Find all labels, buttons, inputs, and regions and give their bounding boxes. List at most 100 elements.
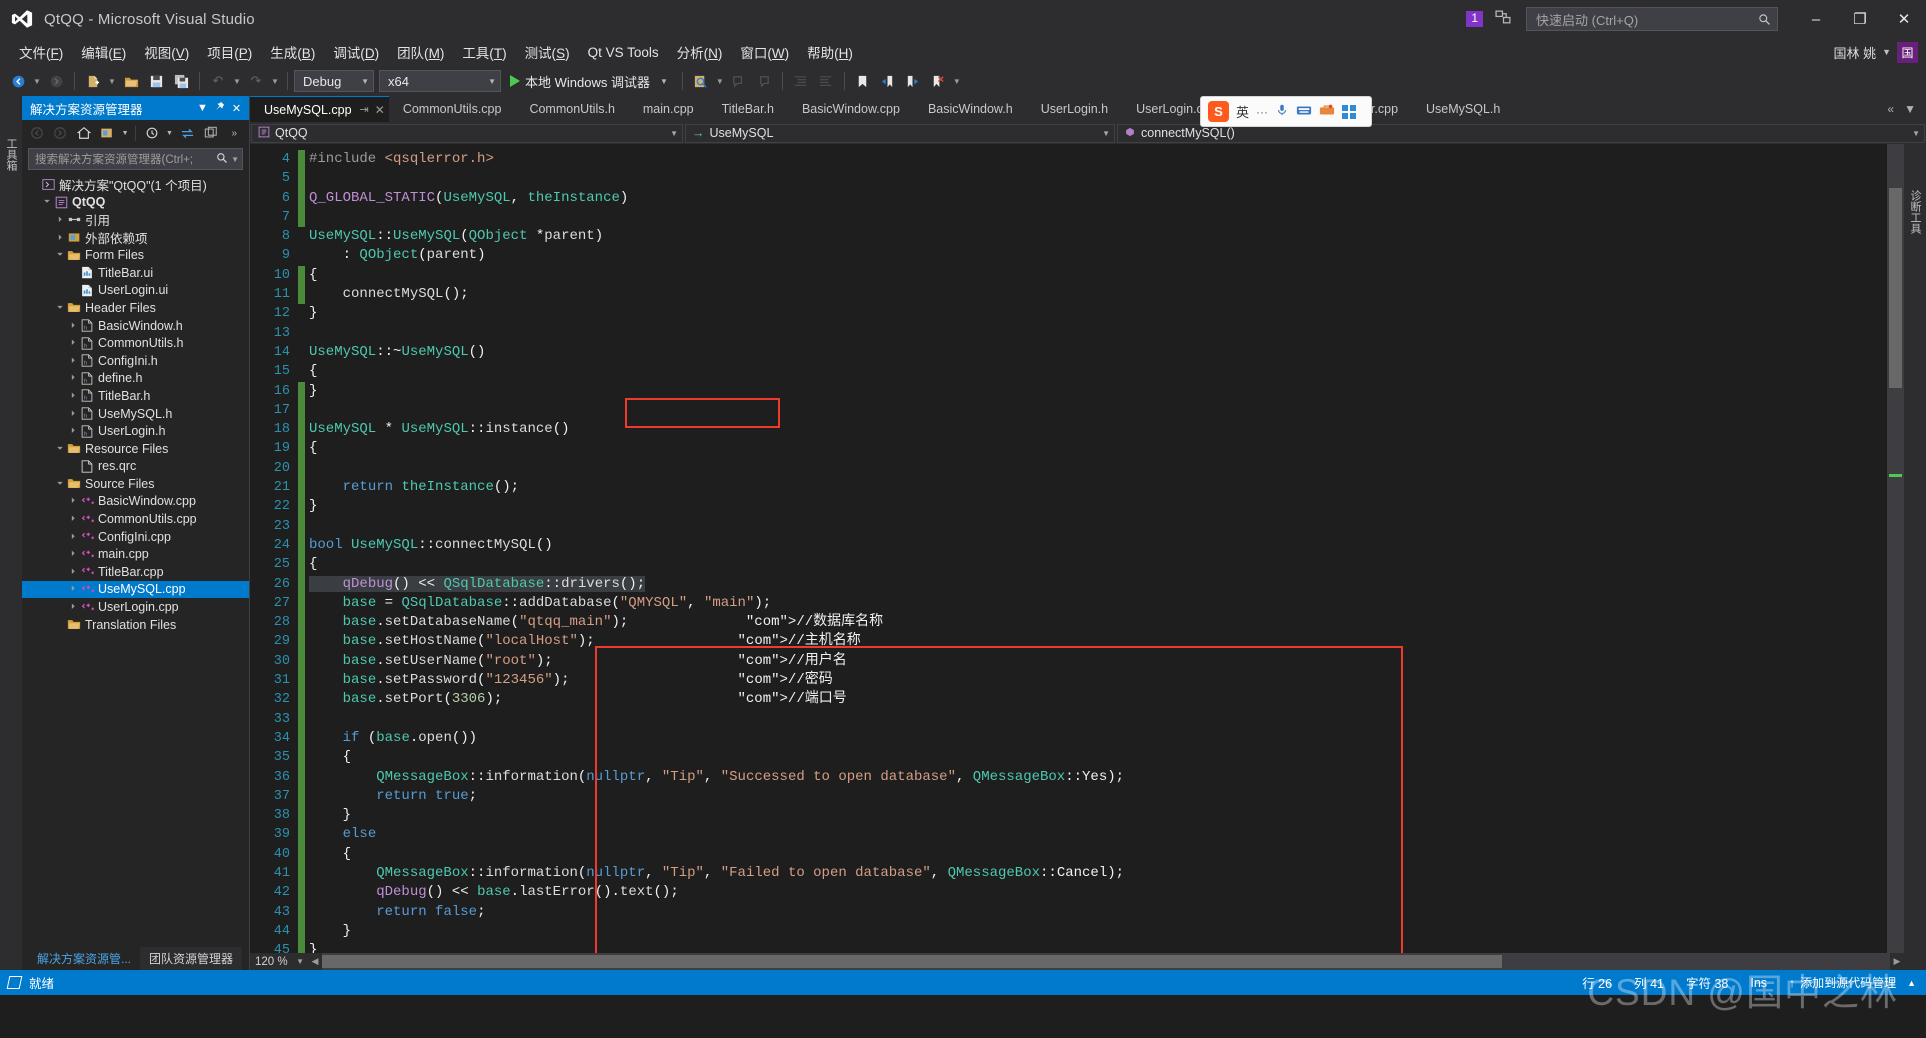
- add-to-source-control-button[interactable]: ↑ 添加到源代码管理 ▲: [1789, 974, 1926, 991]
- configuration-combo[interactable]: Debug ▼: [294, 70, 374, 92]
- tree-node-12[interactable]: ⏵ h TitleBar.h: [22, 387, 249, 405]
- toolbox-tab-strip[interactable]: 工具箱: [0, 96, 22, 970]
- close-icon[interactable]: ✕: [228, 102, 245, 115]
- chevron-down-icon[interactable]: ⏷: [54, 250, 66, 260]
- code-line[interactable]: base.setDatabaseName("qtqq_main"); "com"…: [305, 613, 1887, 632]
- editor-tab-5[interactable]: BasicWindow.cpp: [788, 96, 914, 122]
- menu-item-11[interactable]: 窗口(W): [731, 38, 798, 66]
- chevron-right-icon[interactable]: ⏵: [67, 391, 79, 401]
- code-line[interactable]: qDebug() << base.lastError().text();: [305, 883, 1887, 902]
- tree-node-3[interactable]: ⏵ 外部依赖项: [22, 229, 249, 247]
- code-line[interactable]: return theInstance();: [305, 478, 1887, 497]
- new-item-icon[interactable]: [81, 69, 105, 93]
- solution-explorer-search-input[interactable]: 搜索解决方案资源管理器(Ctrl+; ▼: [28, 148, 243, 170]
- tree-node-19[interactable]: ⏵ CommonUtils.cpp: [22, 510, 249, 528]
- menu-item-7[interactable]: 工具(T): [453, 38, 515, 66]
- code-line[interactable]: return true;: [305, 787, 1887, 806]
- code-line[interactable]: {: [305, 362, 1887, 381]
- feedback-icon[interactable]: [1495, 9, 1512, 29]
- chevron-right-icon[interactable]: ⏵: [67, 514, 79, 524]
- chevron-down-icon[interactable]: ⏷: [54, 303, 66, 313]
- show-all-files-icon[interactable]: [200, 122, 222, 144]
- code-line[interactable]: [305, 401, 1887, 420]
- code-line[interactable]: base.setHostName("localHost"); "com">//主…: [305, 632, 1887, 651]
- tree-node-16[interactable]: res.qrc: [22, 458, 249, 476]
- menu-item-8[interactable]: 测试(S): [516, 38, 579, 66]
- account-area[interactable]: 国林 姚 ▼ 国: [1833, 38, 1918, 66]
- pin-icon[interactable]: ⇥: [360, 103, 369, 116]
- code-line[interactable]: {: [305, 845, 1887, 864]
- code-line[interactable]: {: [305, 748, 1887, 767]
- mic-icon[interactable]: [1275, 103, 1289, 120]
- back-dropdown-icon[interactable]: ▼: [31, 69, 43, 93]
- code-line[interactable]: base = QSqlDatabase::addDatabase("QMYSQL…: [305, 594, 1887, 613]
- code-line[interactable]: #include <qsqlerror.h>: [305, 150, 1887, 169]
- indent-icon[interactable]: [789, 69, 813, 93]
- panel-dropdown-icon[interactable]: ▼: [194, 102, 211, 114]
- back-icon[interactable]: [26, 122, 48, 144]
- scroll-left-button[interactable]: ◀: [308, 956, 322, 967]
- navbar-project-combo[interactable]: QtQQ ▼: [251, 123, 683, 143]
- code-line[interactable]: }: [305, 922, 1887, 941]
- scrollbar-thumb[interactable]: [322, 955, 1502, 968]
- find-icon[interactable]: [689, 69, 713, 93]
- code-area[interactable]: 4 5 6 7 8 9 10 11 12 13 14 15 16 17 18 19 20 21 22 23 24 25 26…: [250, 144, 1926, 953]
- chevron-right-icon[interactable]: ⏵: [54, 215, 66, 225]
- editor-tab-0[interactable]: UseMySQL.cpp ⇥ ✕: [250, 96, 389, 122]
- tree-node-1[interactable]: ⏷ QtQQ: [22, 194, 249, 212]
- tree-node-13[interactable]: ⏵ h UseMySQL.h: [22, 405, 249, 423]
- minimize-button[interactable]: –: [1794, 0, 1838, 38]
- uncomment-icon[interactable]: [752, 69, 776, 93]
- menu-item-5[interactable]: 调试(D): [324, 38, 388, 66]
- quick-launch-input[interactable]: 快速启动 (Ctrl+Q): [1526, 7, 1778, 31]
- bookmark-icon[interactable]: [851, 69, 875, 93]
- chevron-down-icon[interactable]: ⏷: [41, 197, 53, 207]
- platform-combo[interactable]: x64 ▼: [379, 70, 501, 92]
- properties-icon[interactable]: [97, 122, 119, 144]
- find-dropdown-icon[interactable]: ▼: [714, 69, 726, 93]
- menu-item-4[interactable]: 生成(B): [261, 38, 324, 66]
- new-item-dropdown-icon[interactable]: ▼: [106, 69, 118, 93]
- tree-node-9[interactable]: ⏵ h CommonUtils.h: [22, 334, 249, 352]
- ime-mode-label[interactable]: 英: [1236, 102, 1249, 121]
- code-line[interactable]: UseMySQL::~UseMySQL()−: [305, 343, 1887, 362]
- save-all-icon[interactable]: [169, 69, 193, 93]
- editor-tab-7[interactable]: UserLogin.h: [1027, 96, 1122, 122]
- pending-changes-icon[interactable]: [141, 122, 163, 144]
- home-icon[interactable]: [73, 122, 95, 144]
- tree-node-5[interactable]: TitleBar.ui: [22, 264, 249, 282]
- menu-item-10[interactable]: 分析(N): [668, 38, 732, 66]
- redo-dropdown-icon[interactable]: ▼: [269, 69, 281, 93]
- undo-dropdown-icon[interactable]: ▼: [231, 69, 243, 93]
- chevron-right-icon[interactable]: ⏵: [67, 549, 79, 559]
- menu-item-3[interactable]: 项目(P): [198, 38, 261, 66]
- overflow-icon[interactable]: »: [223, 122, 245, 144]
- code-line[interactable]: }: [305, 382, 1887, 401]
- navbar-type-combo[interactable]: → UseMySQL ▼: [685, 123, 1115, 143]
- code-line[interactable]: }: [305, 497, 1887, 516]
- chevron-right-icon[interactable]: ⏵: [67, 602, 79, 612]
- tab-solution-explorer[interactable]: 解决方案资源管...: [28, 947, 140, 970]
- close-button[interactable]: ✕: [1882, 0, 1926, 38]
- code-line[interactable]: QMessageBox::information(nullptr, "Tip",…: [305, 768, 1887, 787]
- pending-changes-dropdown-icon[interactable]: ▼: [165, 122, 175, 144]
- chevron-right-icon[interactable]: ⏵: [67, 356, 79, 366]
- next-bookmark-icon[interactable]: [901, 69, 925, 93]
- tree-node-21[interactable]: ⏵ main.cpp: [22, 545, 249, 563]
- menu-item-1[interactable]: 编辑(E): [72, 38, 135, 66]
- code-line[interactable]: {: [305, 555, 1887, 574]
- clear-bookmarks-icon[interactable]: [926, 69, 950, 93]
- navigate-forward-icon[interactable]: [44, 69, 68, 93]
- tree-node-24[interactable]: ⏵ UserLogin.cpp: [22, 598, 249, 616]
- chevron-right-icon[interactable]: ⏵: [67, 496, 79, 506]
- tree-node-20[interactable]: ⏵ ConfigIni.cpp: [22, 528, 249, 546]
- avatar[interactable]: 国: [1897, 41, 1918, 63]
- forward-icon[interactable]: [50, 122, 72, 144]
- chevron-down-icon[interactable]: ⏷: [54, 444, 66, 454]
- scrollbar-thumb[interactable]: [1889, 188, 1902, 388]
- code-line[interactable]: return false;: [305, 903, 1887, 922]
- keyboard-icon[interactable]: [1296, 103, 1312, 120]
- code-line[interactable]: base.setUserName("root"); "com">//用户名: [305, 652, 1887, 671]
- editor-tab-2[interactable]: CommonUtils.h: [515, 96, 628, 122]
- tree-node-2[interactable]: ⏵ 引用: [22, 211, 249, 229]
